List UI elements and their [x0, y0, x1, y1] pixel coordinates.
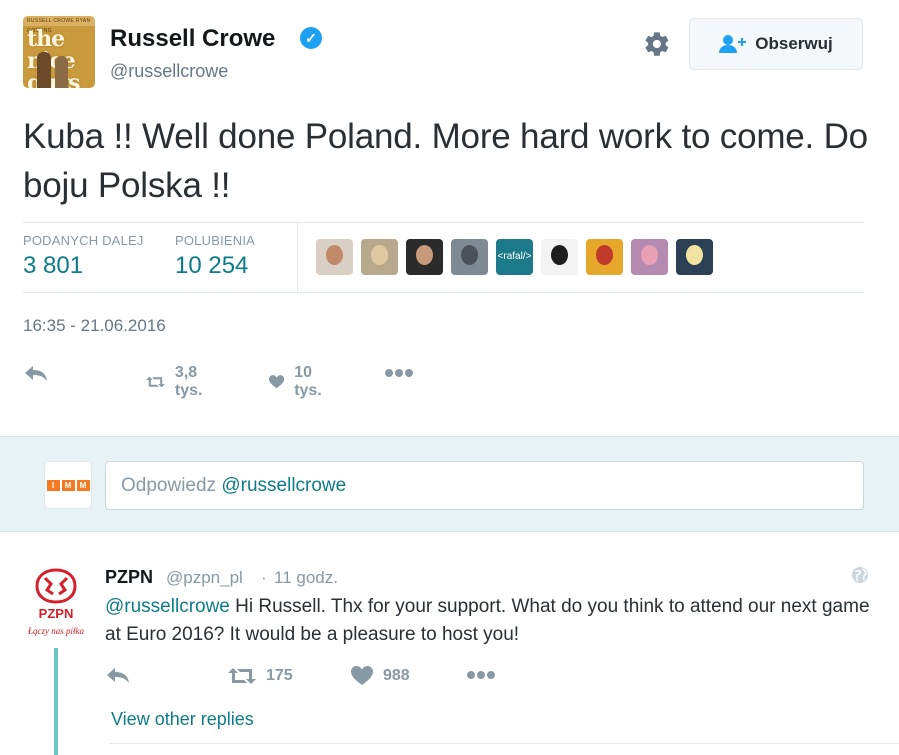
- author-name[interactable]: Russell Crowe: [110, 25, 275, 53]
- globe-icon[interactable]: [851, 566, 869, 584]
- retweet-stat-value: 3 801: [23, 252, 84, 279]
- reply-input-mention: @russellcrowe: [221, 475, 347, 496]
- reply-reply-button[interactable]: [105, 666, 131, 686]
- avatar-letter: M: [61, 479, 75, 491]
- avatar-figure: [55, 56, 68, 88]
- retweet-icon: [146, 376, 165, 388]
- pzpn-logo-slogan: Łączy nas piłka: [27, 626, 84, 636]
- liker-avatar[interactable]: <rafal/>: [496, 239, 533, 275]
- view-other-replies-link[interactable]: View other replies: [111, 709, 254, 730]
- like-stat-label: POLUBIENIA: [175, 233, 256, 248]
- separator: ·: [261, 568, 267, 587]
- liker-avatar[interactable]: [631, 239, 668, 275]
- liker-avatar[interactable]: [406, 239, 443, 275]
- reply-more-options-button[interactable]: [466, 670, 496, 680]
- liker-avatar-face: [596, 245, 613, 265]
- divider: [109, 743, 899, 744]
- liker-avatar-face: [371, 245, 388, 265]
- more-dots-icon: [467, 671, 495, 679]
- avatar-letter: I: [46, 479, 60, 491]
- more-options-button[interactable]: [384, 368, 414, 378]
- like-stat-value: 10 254: [175, 252, 249, 279]
- reply-author-handle[interactable]: @pzpn_pl: [166, 568, 243, 588]
- liker-avatar-face: [551, 245, 568, 265]
- pzpn-logo-text: PZPN: [39, 606, 74, 621]
- retweet-button[interactable]: 3,8 tys.: [146, 364, 212, 400]
- heart-icon: [269, 375, 285, 389]
- liker-avatar[interactable]: [451, 239, 488, 275]
- avatar-figure: [37, 52, 51, 88]
- reply-icon: [25, 366, 47, 381]
- reply-timestamp[interactable]: 11 godz.: [274, 568, 338, 588]
- verified-badge-icon: ✓: [300, 27, 322, 49]
- liker-avatar[interactable]: [316, 239, 353, 275]
- liker-avatar-text: <rafal/>: [497, 251, 532, 262]
- reply-icon: [107, 668, 129, 683]
- retweet-icon: [228, 668, 256, 684]
- reply-input-placeholder: Odpowiedz: [121, 475, 222, 496]
- reply-like-count: 988: [383, 667, 410, 684]
- liker-avatar[interactable]: [361, 239, 398, 275]
- likers-avatar-row: <rafal/>: [316, 239, 713, 275]
- more-dots-icon: [385, 369, 413, 377]
- reply-button[interactable]: [23, 364, 49, 384]
- reply-retweet-button[interactable]: 175: [228, 666, 293, 686]
- liker-avatar-face: [641, 245, 658, 265]
- reply-like-button[interactable]: 988: [351, 666, 410, 686]
- liker-avatar-face: [326, 245, 343, 265]
- retweet-stat-label: PODANYCH DALEJ: [23, 233, 144, 248]
- reply-input[interactable]: Odpowiedz @russellcrowe: [105, 461, 864, 510]
- reply-text: @russellcrowe Hi Russell. Thx for your s…: [105, 593, 875, 649]
- reply-author-name[interactable]: PZPN: [105, 567, 153, 588]
- add-user-icon: [719, 35, 747, 53]
- liker-avatar[interactable]: [676, 239, 713, 275]
- like-stat[interactable]: POLUBIENIA 10 254: [175, 233, 255, 280]
- avatar-poster-credits: RUSSELL CROWE RYAN GOSLING: [23, 16, 95, 34]
- like-button[interactable]: 10 tys.: [269, 364, 329, 400]
- reply-mention-link[interactable]: @russellcrowe: [105, 596, 230, 617]
- divider: [297, 223, 298, 292]
- thread-line: [54, 648, 58, 755]
- pzpn-logo-avatar[interactable]: PZPN Łączy nas piłka: [23, 566, 89, 640]
- tweet-timestamp[interactable]: 16:35 - 21.06.2016: [23, 316, 166, 336]
- gear-icon[interactable]: [643, 30, 671, 58]
- liker-avatar-face: [686, 245, 703, 265]
- retweet-count: 3,8 tys.: [174, 364, 203, 399]
- liker-avatar[interactable]: [541, 239, 578, 275]
- liker-avatar[interactable]: [586, 239, 623, 275]
- reply-retweet-count: 175: [266, 667, 293, 684]
- divider: [23, 292, 864, 293]
- liker-avatar-face: [416, 245, 433, 265]
- tweet-text: Kuba !! Well done Poland. More hard work…: [23, 117, 868, 205]
- liker-avatar-face: [461, 245, 478, 265]
- follow-button-label: Obserwuj: [755, 34, 833, 53]
- heart-icon: [351, 666, 373, 685]
- current-user-avatar: I M M: [44, 461, 92, 509]
- divider: [23, 222, 864, 223]
- retweet-stat[interactable]: PODANYCH DALEJ 3 801: [23, 233, 144, 280]
- follow-button[interactable]: Obserwuj: [689, 18, 863, 70]
- author-avatar[interactable]: RUSSELL CROWE RYAN GOSLING the nice guys: [23, 16, 95, 88]
- avatar-letter: M: [76, 479, 90, 491]
- like-count: 10 tys.: [294, 364, 322, 399]
- author-handle[interactable]: @russellcrowe: [110, 61, 228, 82]
